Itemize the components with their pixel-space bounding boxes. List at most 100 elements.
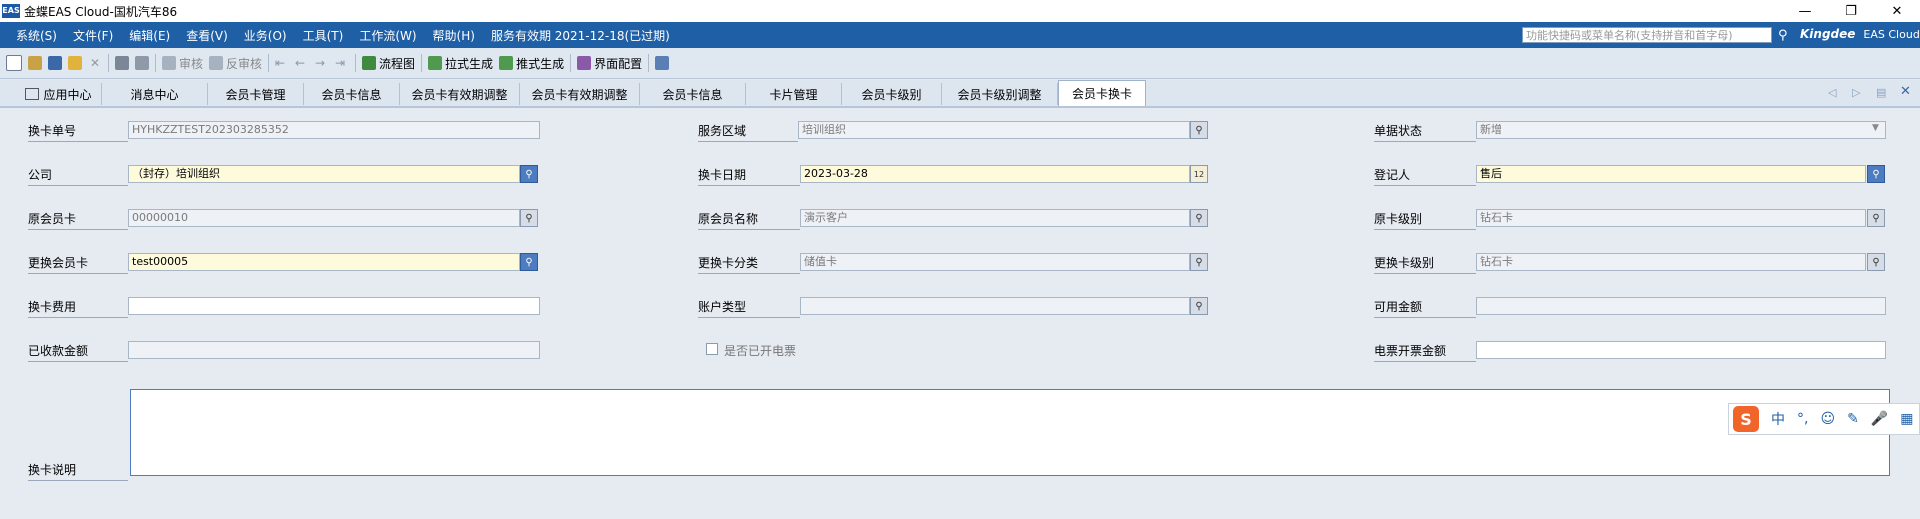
delete-button[interactable]: ✕: [88, 53, 102, 73]
search-icon[interactable]: ⚲: [1778, 28, 1788, 43]
card-no-field[interactable]: HYHKZZTEST202303285352: [128, 121, 540, 139]
quick-search-input[interactable]: 功能快捷码或菜单名称(支持拼音和首字母): [1522, 27, 1772, 43]
fee-field[interactable]: [128, 297, 540, 315]
open-button[interactable]: [68, 53, 82, 73]
orig-card-lookup-button[interactable]: ⚲: [520, 209, 538, 227]
company-lookup-button[interactable]: ⚲: [520, 165, 538, 183]
account-type-label: 账户类型: [698, 298, 800, 318]
restore-button[interactable]: ❐: [1828, 0, 1874, 22]
tab-member-card-info[interactable]: 会员卡信息: [304, 83, 400, 105]
chevron-down-icon[interactable]: ▼: [1872, 123, 1879, 133]
tab-message-center[interactable]: 消息中心: [102, 83, 208, 105]
einvoice-amount-label: 电票开票金额: [1374, 342, 1476, 362]
save-button[interactable]: [48, 53, 62, 73]
doc-status-select[interactable]: 新增: [1476, 121, 1886, 139]
brush-icon: [28, 56, 42, 70]
registrant-field[interactable]: 售后: [1476, 165, 1866, 183]
menu-view[interactable]: 查看(V): [186, 27, 228, 44]
first-icon: ⇤: [275, 56, 286, 70]
unaudit-icon: [209, 56, 224, 70]
toolbar-separator: [355, 54, 357, 72]
first-record-button[interactable]: ⇤: [275, 53, 289, 73]
company-field[interactable]: （封存）培训组织: [128, 165, 520, 183]
new-button[interactable]: [6, 53, 22, 73]
pull-generate-button[interactable]: 拉式生成: [428, 53, 493, 73]
microphone-icon[interactable]: 🎤: [1871, 411, 1888, 427]
einvoice-checkbox[interactable]: [706, 343, 718, 355]
unaudit-button[interactable]: 反审核: [209, 53, 262, 73]
tab-card-level[interactable]: 会员卡级别: [842, 83, 942, 105]
received-field[interactable]: [128, 341, 540, 359]
remark-textarea[interactable]: [130, 389, 1890, 476]
orig-card-level-lookup-button[interactable]: ⚲: [1867, 209, 1885, 227]
tab-label: 消息中心: [130, 87, 179, 102]
push-generate-button[interactable]: 推式生成: [499, 53, 564, 73]
edit-button[interactable]: [28, 53, 42, 73]
orig-member-lookup-button[interactable]: ⚲: [1190, 209, 1208, 227]
tab-close-icon[interactable]: ✕: [1900, 84, 1911, 99]
menu-help[interactable]: 帮助(H): [433, 27, 475, 44]
menu-edit[interactable]: 编辑(E): [129, 27, 170, 44]
new-card-field[interactable]: test00005: [128, 253, 520, 271]
menu-system[interactable]: 系统(S): [16, 27, 57, 44]
tab-member-card-info-2[interactable]: 会员卡信息: [640, 83, 746, 105]
orig-card-field[interactable]: 00000010: [128, 209, 520, 227]
next-record-button[interactable]: →: [315, 53, 329, 73]
menu-file[interactable]: 文件(F): [73, 27, 113, 44]
tab-validity-adjust-1[interactable]: 会员卡有效期调整: [400, 83, 520, 105]
account-type-field[interactable]: [800, 297, 1190, 315]
tab-card-level-adjust[interactable]: 会员卡级别调整: [942, 83, 1058, 105]
tab-app-center[interactable]: 应用中心: [16, 83, 102, 105]
new-card-type-field[interactable]: 储值卡: [800, 253, 1190, 271]
tab-scroll-right-icon[interactable]: ▷: [1852, 86, 1860, 99]
ime-mode-toggle[interactable]: 中: [1771, 409, 1785, 429]
service-area-field[interactable]: 培训组织: [798, 121, 1190, 139]
emoji-icon[interactable]: ☺: [1820, 411, 1835, 427]
date-picker-button[interactable]: 12: [1190, 165, 1208, 183]
flowchart-button[interactable]: 流程图: [362, 53, 415, 73]
orig-member-name-field[interactable]: 演示客户: [800, 209, 1190, 227]
prev-record-button[interactable]: ←: [295, 53, 309, 73]
tab-list-icon[interactable]: ▤: [1876, 86, 1886, 99]
exit-button[interactable]: [655, 53, 670, 73]
grid-icon[interactable]: ▦: [1900, 411, 1913, 427]
tab-card-exchange[interactable]: 会员卡换卡: [1058, 80, 1146, 106]
menu-business[interactable]: 业务(O): [244, 27, 287, 44]
app-logo: EAS: [2, 4, 20, 18]
registrant-lookup-button[interactable]: ⚲: [1867, 165, 1885, 183]
card-no-label: 换卡单号: [28, 122, 128, 142]
close-button[interactable]: ✕: [1874, 0, 1920, 22]
account-type-lookup-button[interactable]: ⚲: [1190, 297, 1208, 315]
sogou-logo-icon[interactable]: S: [1733, 406, 1759, 432]
new-doc-icon: [6, 55, 22, 71]
einvoice-amount-field[interactable]: [1476, 341, 1886, 359]
ui-config-button[interactable]: 界面配置: [577, 53, 642, 73]
last-record-button[interactable]: ⇥: [335, 53, 349, 73]
folder-icon: [68, 56, 82, 70]
menu-workflow[interactable]: 工作流(W): [359, 27, 416, 44]
orig-card-label: 原会员卡: [28, 210, 128, 230]
tab-member-card-mgmt[interactable]: 会员卡管理: [208, 83, 304, 105]
tab-scroll-left-icon[interactable]: ◁: [1828, 86, 1836, 99]
available-field[interactable]: [1476, 297, 1886, 315]
minimize-button[interactable]: —: [1782, 0, 1828, 22]
orig-card-level-field[interactable]: 钻石卡: [1476, 209, 1866, 227]
prev-icon: ←: [295, 56, 306, 70]
new-card-level-field[interactable]: 钻石卡: [1476, 253, 1866, 271]
punctuation-icon[interactable]: °,: [1797, 411, 1808, 427]
audit-button[interactable]: 审核: [162, 53, 203, 73]
pen-icon[interactable]: ✎: [1847, 411, 1859, 427]
new-card-level-lookup-button[interactable]: ⚲: [1867, 253, 1885, 271]
new-card-type-lookup-button[interactable]: ⚲: [1190, 253, 1208, 271]
new-card-lookup-button[interactable]: ⚲: [520, 253, 538, 271]
unaudit-label: 反审核: [226, 56, 263, 71]
tab-validity-adjust-2[interactable]: 会员卡有效期调整: [520, 83, 640, 105]
print-preview-button[interactable]: [135, 53, 149, 73]
tab-label: 会员卡管理: [225, 87, 286, 102]
change-date-field[interactable]: 2023-03-28: [800, 165, 1190, 183]
menu-tools[interactable]: 工具(T): [303, 27, 344, 44]
print-button[interactable]: [115, 53, 129, 73]
service-area-lookup-button[interactable]: ⚲: [1190, 121, 1208, 139]
tab-card-mgmt[interactable]: 卡片管理: [746, 83, 842, 105]
toolbar-separator: [268, 54, 270, 72]
